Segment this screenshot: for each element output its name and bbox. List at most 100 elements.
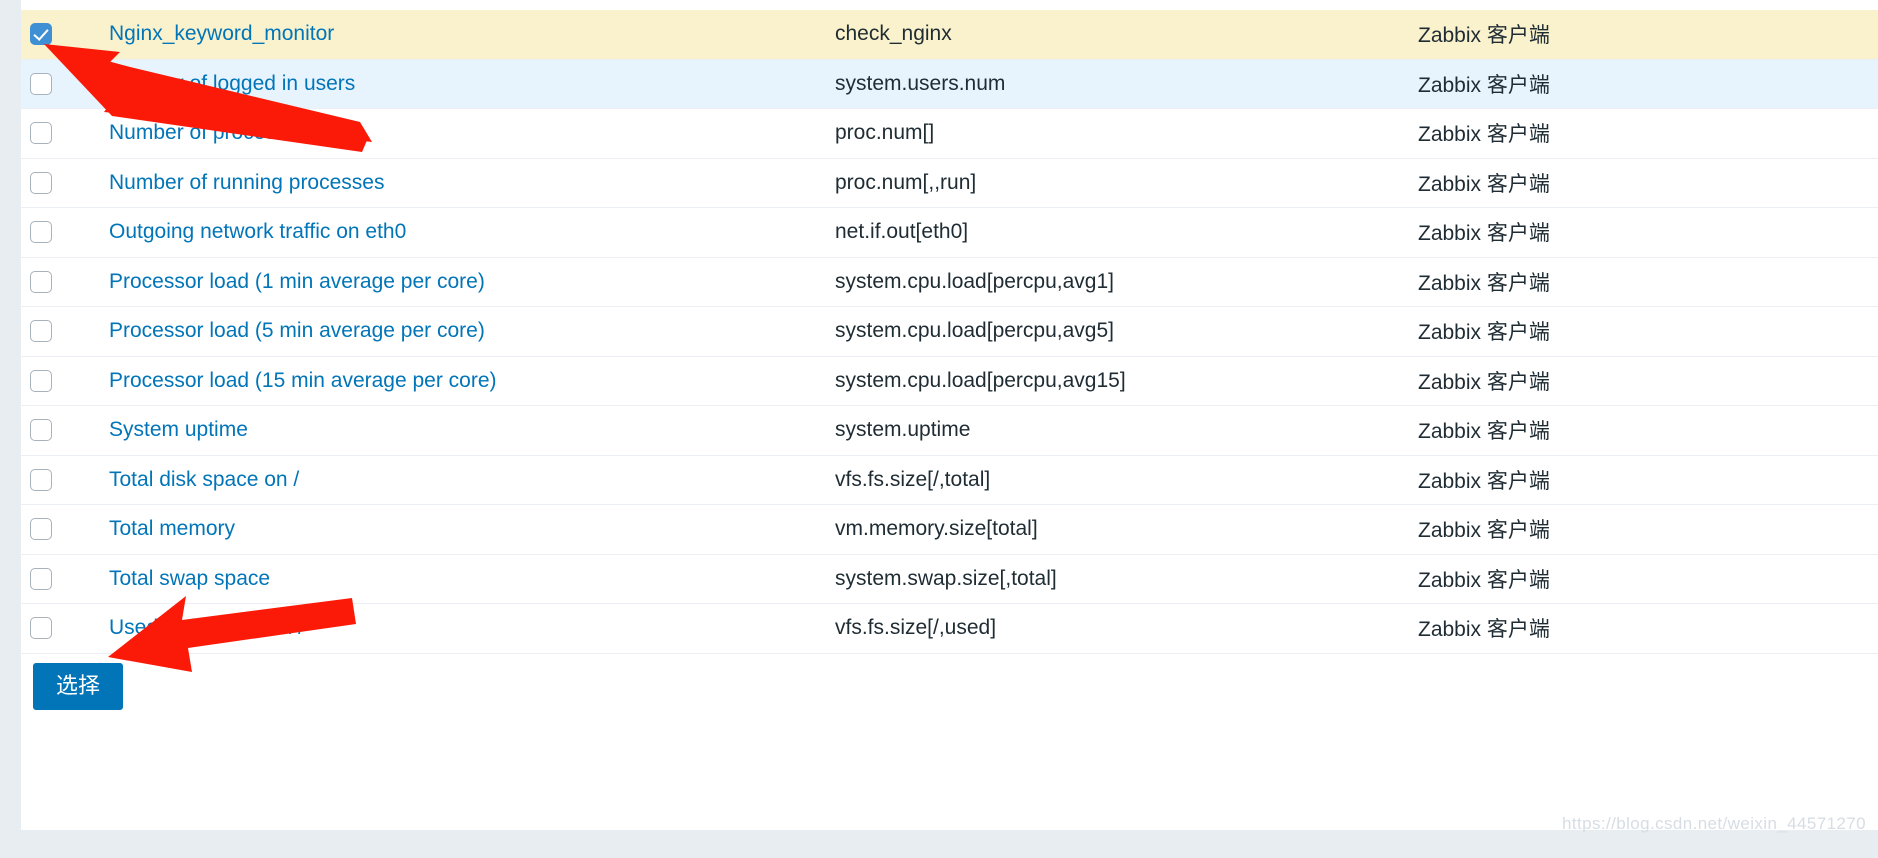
card-top-padding	[21, 0, 1878, 10]
row-key-cell: vfs.fs.size[/,total]	[835, 454, 1418, 505]
item-key-text: system.swap.size[,total]	[835, 566, 1057, 590]
row-name-cell: Total memory	[65, 504, 835, 554]
item-list-table: Nginx_keyword_monitor check_nginx Zabbix 客…	[21, 10, 1878, 653]
item-key-text: check_nginx	[835, 22, 952, 46]
item-name-link[interactable]: Processor load (5 min average per core)	[109, 319, 485, 342]
table-row[interactable]: Outgoing network traffic on eth0 net.if.o…	[21, 207, 1878, 257]
item-key-text: system.cpu.load[percpu,avg1]	[835, 269, 1114, 293]
row-type-cell: Zabbix 客户端	[1418, 454, 1878, 505]
checkbox-checked-icon[interactable]	[30, 23, 52, 46]
row-name-cell: Total swap space	[65, 553, 835, 604]
dialog-footer: 选择	[21, 652, 1878, 720]
item-key-text: proc.num[,,run]	[835, 170, 977, 194]
row-checkbox-cell	[21, 256, 65, 307]
row-key-cell: net.if.out[eth0]	[835, 207, 1418, 257]
item-name-link[interactable]: Number of processes	[109, 121, 309, 144]
item-key-text: vfs.fs.size[/,used]	[835, 616, 997, 640]
page-gutter-left	[0, 0, 21, 858]
checkbox-icon[interactable]	[30, 468, 52, 491]
row-key-cell: vm.memory.size[total]	[835, 504, 1418, 554]
row-checkbox-cell	[21, 405, 65, 455]
row-type-cell: Zabbix 客户端	[1418, 553, 1878, 604]
row-key-cell: system.users.num	[835, 58, 1418, 109]
item-type-text: Zabbix 客户端	[1418, 123, 1550, 147]
item-name-link[interactable]: Total swap space	[109, 567, 270, 590]
row-checkbox-cell	[21, 108, 65, 158]
row-name-cell: System uptime	[65, 405, 835, 455]
item-name-link[interactable]: Nginx_keyword_monitor	[109, 22, 334, 45]
select-button[interactable]: 选择	[33, 663, 124, 710]
row-key-cell: proc.num[]	[835, 108, 1418, 158]
row-key-cell: system.cpu.load[percpu,avg5]	[835, 306, 1418, 356]
item-key-text: system.users.num	[835, 71, 1006, 95]
item-name-link[interactable]: Number of logged in users	[109, 72, 355, 95]
row-type-cell: Zabbix 客户端	[1418, 207, 1878, 257]
row-key-cell: system.cpu.load[percpu,avg15]	[835, 355, 1418, 406]
table-row[interactable]: Total disk space on / vfs.fs.size[/,total…	[21, 454, 1878, 505]
row-type-cell: Zabbix 客户端	[1418, 10, 1878, 59]
item-key-text: proc.num[]	[835, 121, 935, 145]
row-key-cell: system.uptime	[835, 405, 1418, 455]
table-row[interactable]: System uptime system.uptime Zabbix 客户端	[21, 405, 1878, 455]
checkbox-icon[interactable]	[30, 270, 52, 293]
row-name-cell: Outgoing network traffic on eth0	[65, 207, 835, 257]
item-name-link[interactable]: Number of running processes	[109, 171, 384, 194]
table-row[interactable]: Number of processes proc.num[] Zabbix 客户端	[21, 108, 1878, 158]
item-type-text: Zabbix 客户端	[1418, 519, 1550, 543]
checkbox-icon[interactable]	[30, 369, 52, 392]
row-key-cell: check_nginx	[835, 10, 1418, 59]
item-key-text: system.cpu.load[percpu,avg5]	[835, 319, 1114, 343]
item-type-text: Zabbix 客户端	[1418, 568, 1550, 592]
item-key-text: net.if.out[eth0]	[835, 220, 969, 244]
table-row[interactable]: Total memory vm.memory.size[total] Zabbix …	[21, 504, 1878, 554]
row-name-cell: Nginx_keyword_monitor	[65, 10, 835, 59]
item-name-link[interactable]: Outgoing network traffic on eth0	[109, 220, 406, 243]
item-type-text: Zabbix 客户端	[1418, 271, 1550, 295]
checkbox-icon[interactable]	[30, 122, 52, 145]
table-row[interactable]: Processor load (1 min average per core) s…	[21, 256, 1878, 307]
item-name-link[interactable]: Processor load (15 min average per core)	[109, 369, 497, 392]
row-checkbox-cell	[21, 603, 65, 653]
row-type-cell: Zabbix 客户端	[1418, 157, 1878, 208]
item-type-text: Zabbix 客户端	[1418, 172, 1550, 196]
table-row[interactable]: Processor load (5 min average per core) s…	[21, 306, 1878, 356]
item-name-link[interactable]: System uptime	[109, 418, 248, 441]
table-row[interactable]: Processor load (15 min average per core)…	[21, 355, 1878, 406]
checkbox-icon[interactable]	[30, 221, 52, 244]
row-name-cell: Processor load (1 min average per core)	[65, 256, 835, 307]
row-key-cell: system.swap.size[,total]	[835, 553, 1418, 604]
table-row[interactable]: Used disk space on / vfs.fs.size[/,used] Z…	[21, 603, 1878, 653]
table-row[interactable]: Total swap space system.swap.size[,total]…	[21, 553, 1878, 604]
item-name-link[interactable]: Used disk space on /	[109, 616, 304, 639]
item-type-text: Zabbix 客户端	[1418, 222, 1550, 246]
checkbox-icon[interactable]	[30, 518, 52, 541]
checkbox-icon[interactable]	[30, 567, 52, 590]
item-name-link[interactable]: Total memory	[109, 517, 235, 540]
checkbox-icon[interactable]	[30, 171, 52, 194]
row-key-cell: proc.num[,,run]	[835, 157, 1418, 208]
table-row[interactable]: Number of logged in users system.users.nu…	[21, 58, 1878, 109]
row-type-cell: Zabbix 客户端	[1418, 256, 1878, 307]
item-picker-dialog: Nginx_keyword_monitor check_nginx Zabbix 客…	[0, 0, 1878, 858]
item-key-text: system.uptime	[835, 418, 971, 442]
row-type-cell: Zabbix 客户端	[1418, 306, 1878, 356]
row-key-cell: system.cpu.load[percpu,avg1]	[835, 256, 1418, 307]
checkbox-icon[interactable]	[30, 419, 52, 442]
dialog-card: Nginx_keyword_monitor check_nginx Zabbix 客…	[21, 0, 1878, 830]
table-row[interactable]: Nginx_keyword_monitor check_nginx Zabbix 客…	[21, 10, 1878, 59]
checkbox-icon[interactable]	[30, 617, 52, 640]
row-checkbox-cell	[21, 504, 65, 554]
row-type-cell: Zabbix 客户端	[1418, 603, 1878, 653]
item-type-text: Zabbix 客户端	[1418, 420, 1550, 444]
item-name-link[interactable]: Processor load (1 min average per core)	[109, 270, 485, 293]
row-checkbox-cell	[21, 207, 65, 257]
item-name-link[interactable]: Total disk space on /	[109, 468, 299, 491]
item-type-text: Zabbix 客户端	[1418, 370, 1550, 394]
table-row[interactable]: Number of running processes proc.num[,,ru…	[21, 157, 1878, 208]
item-type-text: Zabbix 客户端	[1418, 73, 1550, 97]
row-type-cell: Zabbix 客户端	[1418, 58, 1878, 109]
checkbox-icon[interactable]	[30, 320, 52, 343]
row-checkbox-cell	[21, 553, 65, 604]
row-name-cell: Used disk space on /	[65, 603, 835, 653]
checkbox-icon[interactable]	[30, 72, 52, 95]
